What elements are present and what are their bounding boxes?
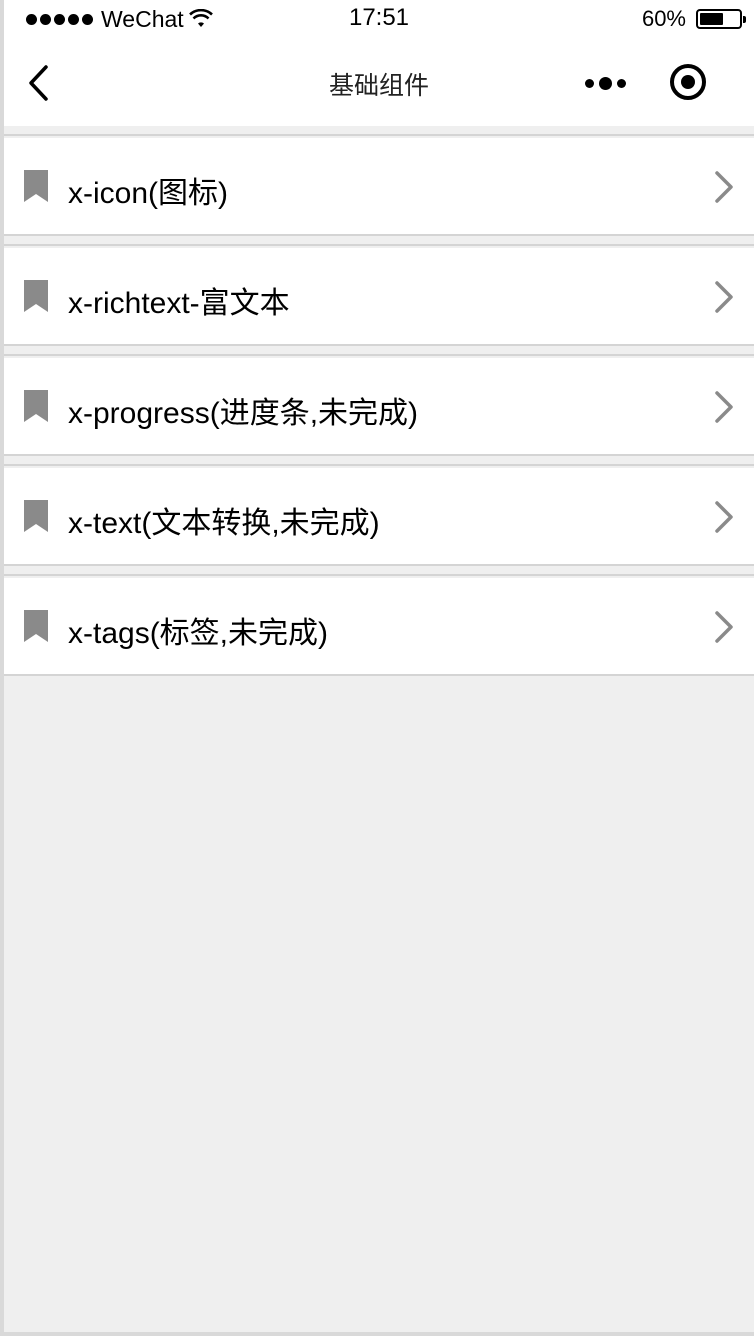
battery-percent: 60% (641, 6, 686, 31)
list-item-label: x-richtext-富文本 (68, 287, 290, 320)
bookmark-icon (24, 610, 48, 642)
list-item-card[interactable]: x-icon(图标) (4, 138, 754, 234)
more-dot-icon (598, 76, 612, 90)
item-gap (4, 456, 754, 466)
more-button[interactable] (580, 68, 630, 98)
chevron-right-icon (715, 391, 733, 423)
status-bar: WeChat 17:51 60% (4, 0, 754, 38)
chevron-right-icon (715, 611, 733, 643)
battery-icon (696, 9, 746, 29)
item-gap (4, 126, 754, 136)
component-list: x-icon(图标) x-richtext-富文本 x-progress(进度条… (4, 126, 754, 676)
frame-edge-bottom (0, 1332, 754, 1336)
list-item-label: x-progress(进度条,未完成) (68, 397, 419, 430)
list-item-card[interactable]: x-text(文本转换,未完成) (4, 468, 754, 564)
more-dot-icon (616, 78, 626, 88)
page-title: 基础组件 (328, 72, 429, 100)
list-item-card[interactable]: x-progress(进度条,未完成) (4, 358, 754, 454)
item-gap (4, 566, 754, 576)
list-item[interactable]: x-icon(图标) (4, 126, 754, 236)
list-item[interactable]: x-text(文本转换,未完成) (4, 456, 754, 566)
chevron-right-icon (715, 281, 733, 313)
chevron-right-icon (715, 171, 733, 203)
more-dot-icon (584, 78, 594, 88)
chevron-right-icon (715, 501, 733, 533)
list-item-label: x-tags(标签,未完成) (68, 617, 329, 650)
list-item-card[interactable]: x-tags(标签,未完成) (4, 578, 754, 674)
item-gap (4, 346, 754, 356)
list-item-label: x-text(文本转换,未完成) (68, 507, 380, 540)
status-right: 60% (641, 6, 746, 32)
close-miniprogram-button[interactable] (670, 64, 706, 100)
bookmark-icon (24, 170, 48, 202)
battery-level (700, 13, 723, 25)
bookmark-icon (24, 500, 48, 532)
item-gap (4, 236, 754, 246)
item-divider (4, 674, 754, 676)
list-item-card[interactable]: x-richtext-富文本 (4, 248, 754, 344)
navigation-bar: 基础组件 (4, 38, 754, 126)
list-item[interactable]: x-tags(标签,未完成) (4, 566, 754, 676)
bookmark-icon (24, 280, 48, 312)
record-icon (681, 75, 695, 89)
list-item[interactable]: x-progress(进度条,未完成) (4, 346, 754, 456)
list-item-label: x-icon(图标) (68, 177, 229, 210)
list-item[interactable]: x-richtext-富文本 (4, 236, 754, 346)
bookmark-icon (24, 390, 48, 422)
